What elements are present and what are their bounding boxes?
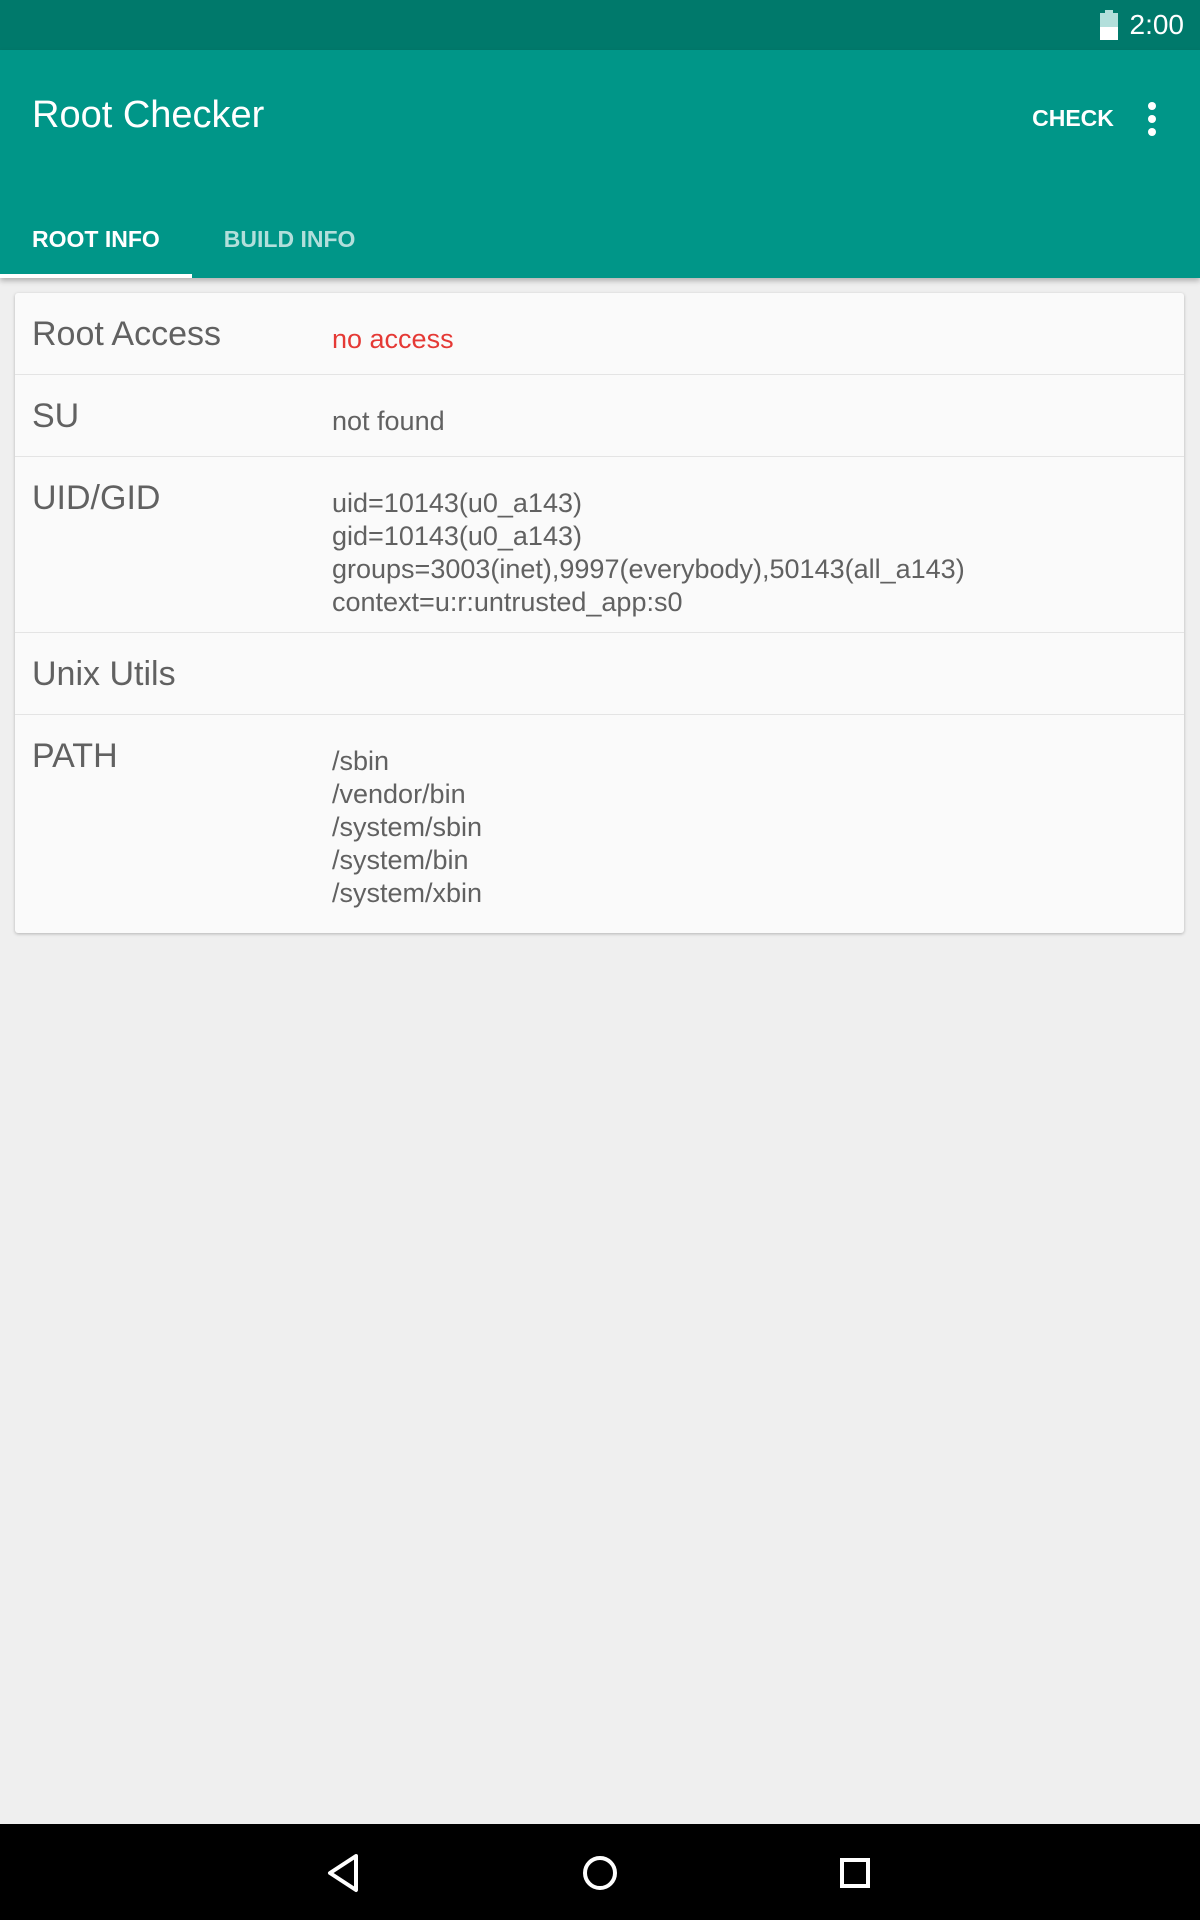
- value-line: gid=10143(u0_a143): [332, 521, 582, 551]
- app-title: Root Checker: [32, 94, 265, 136]
- value-line: context=u:r:untrusted_app:s0: [332, 587, 683, 617]
- row-label: SU: [32, 397, 80, 435]
- row-label: UID/GID: [32, 479, 161, 517]
- row-value: /sbin /vendor/bin /system/sbin /system/b…: [332, 745, 482, 910]
- root-info-card: Root Access no access SU not found UID/G…: [15, 293, 1184, 933]
- more-vert-icon[interactable]: [1132, 94, 1172, 144]
- row-su: SU not found: [15, 375, 1184, 457]
- value-line: /system/xbin: [332, 878, 483, 908]
- row-label: PATH: [32, 737, 118, 775]
- row-label: Root Access: [32, 315, 221, 353]
- value-line: groups=3003(inet),9997(everybody),50143(…: [332, 554, 965, 584]
- value-line: /system/sbin: [332, 812, 483, 842]
- row-path: PATH /sbin /vendor/bin /system/sbin /sys…: [15, 715, 1184, 931]
- value-line: /system/bin: [332, 845, 469, 875]
- tab-root-info[interactable]: ROOT INFO: [0, 200, 192, 278]
- value-line: uid=10143(u0_a143): [332, 488, 582, 518]
- value-line: /sbin: [332, 746, 390, 776]
- home-circle-icon[interactable]: [575, 1848, 625, 1898]
- system-nav-bar: [0, 1824, 1200, 1920]
- row-value: no access: [332, 323, 454, 356]
- row-value: uid=10143(u0_a143) gid=10143(u0_a143) gr…: [332, 487, 965, 619]
- row-label: Unix Utils: [32, 655, 176, 693]
- check-button[interactable]: CHECK: [1020, 98, 1126, 138]
- app-bar: Root Checker CHECK ROOT INFO BUILD INFO: [0, 50, 1200, 278]
- row-uid-gid: UID/GID uid=10143(u0_a143) gid=10143(u0_…: [15, 457, 1184, 633]
- battery-icon: [1099, 10, 1118, 40]
- tab-build-info[interactable]: BUILD INFO: [192, 200, 388, 278]
- value-line: no access: [332, 324, 454, 354]
- recents-square-icon[interactable]: [830, 1848, 880, 1898]
- status-bar: 2:00: [0, 0, 1200, 50]
- back-triangle-icon[interactable]: [318, 1848, 368, 1898]
- tab-bar: ROOT INFO BUILD INFO: [0, 200, 1200, 278]
- row-root-access: Root Access no access: [15, 293, 1184, 375]
- status-clock: 2:00: [1129, 9, 1185, 40]
- value-line: /vendor/bin: [332, 779, 466, 809]
- value-line: not found: [332, 406, 445, 436]
- row-unix-utils: Unix Utils: [15, 633, 1184, 715]
- row-value: not found: [332, 405, 445, 438]
